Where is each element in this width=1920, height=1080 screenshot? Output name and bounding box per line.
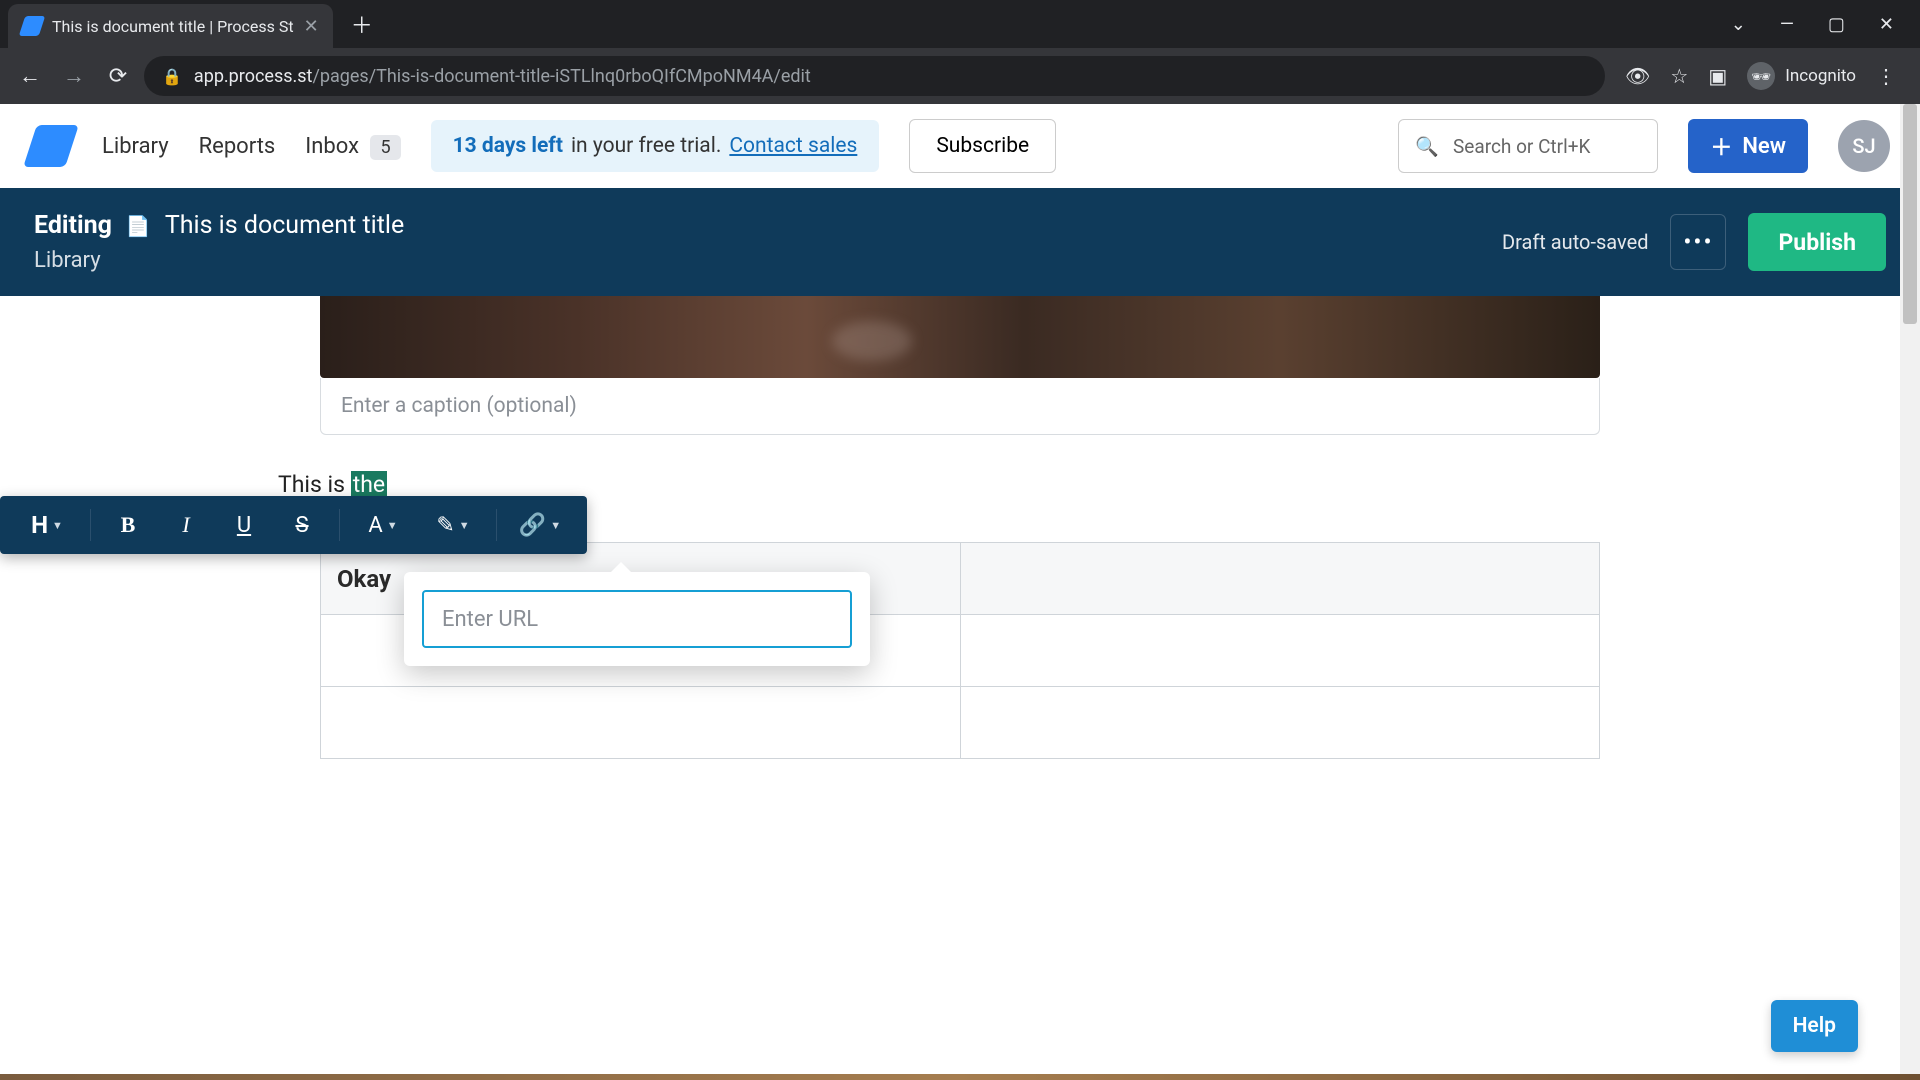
eye-off-icon[interactable]: 👁 [1625, 64, 1650, 88]
address-bar: ← → ⟳ 🔒 app.process.st/pages/This-is-doc… [0, 48, 1920, 104]
selected-text: the [351, 471, 387, 498]
close-tab-icon[interactable]: ✕ [304, 16, 319, 37]
publish-button[interactable]: Publish [1748, 213, 1886, 271]
url-text: app.process.st/pages/This-is-document-ti… [194, 66, 811, 87]
search-input[interactable]: 🔍 Search or Ctrl+K [1398, 119, 1658, 173]
table-cell[interactable] [960, 687, 1600, 759]
plus-icon: ＋ [1710, 130, 1732, 162]
strike-button[interactable]: S [275, 503, 329, 547]
italic-button[interactable]: I [159, 503, 213, 547]
text-before-selection: This is [278, 471, 351, 498]
table-cell[interactable] [321, 687, 961, 759]
document-title: This is document title [165, 211, 404, 240]
incognito-label: Incognito [1785, 66, 1856, 86]
more-options-button[interactable]: ••• [1670, 214, 1726, 270]
autosave-status: Draft auto-saved [1502, 230, 1649, 254]
url-popover [404, 572, 870, 666]
search-icon: 🔍 [1415, 135, 1439, 158]
url-domain: app.process.st [194, 66, 313, 87]
embedded-image[interactable] [320, 296, 1600, 378]
trial-rest-text: in your free trial. [571, 134, 721, 158]
url-path: /pages/This-is-document-title-iSTLlnq0rb… [312, 66, 810, 87]
breadcrumb[interactable]: Library [34, 248, 404, 273]
highlighter-icon: ✎ [436, 513, 454, 538]
tab-title: This is document title | Process St [52, 17, 294, 36]
close-window-icon[interactable]: ✕ [1879, 14, 1894, 35]
avatar[interactable]: SJ [1838, 120, 1890, 172]
text-color-button[interactable]: A▼ [350, 503, 416, 547]
tab-overview-icon[interactable]: ⌄ [1731, 14, 1746, 35]
table-row [321, 687, 1600, 759]
bold-button[interactable]: B [101, 503, 155, 547]
process-st-logo[interactable] [23, 125, 79, 167]
underline-button[interactable]: U [217, 503, 271, 547]
image-block[interactable] [320, 296, 1600, 435]
trial-banner: 13 days left in your free trial. Contact… [431, 120, 880, 172]
url-field[interactable]: 🔒 app.process.st/pages/This-is-document-… [144, 56, 1605, 96]
process-st-favicon [19, 16, 45, 36]
contact-sales-link[interactable]: Contact sales [729, 134, 857, 158]
search-placeholder: Search or Ctrl+K [1453, 135, 1590, 158]
back-button[interactable]: ← [12, 58, 48, 94]
heading-button[interactable]: H▼ [14, 503, 80, 547]
table-cell[interactable] [960, 615, 1600, 687]
incognito-badge[interactable]: 🕶 Incognito [1747, 62, 1856, 90]
os-taskbar [0, 1074, 1920, 1080]
nav-reports[interactable]: Reports [199, 134, 276, 159]
kebab-menu-icon[interactable]: ⋮ [1876, 64, 1896, 88]
nav-inbox[interactable]: Inbox 5 [305, 134, 400, 159]
help-button[interactable]: Help [1771, 1000, 1858, 1052]
new-button-label: New [1742, 134, 1786, 159]
document-icon: 📄 [126, 214, 151, 238]
editing-bar: Editing 📄 This is document title Library… [0, 188, 1920, 296]
nav-inbox-label: Inbox [305, 134, 359, 159]
panel-icon[interactable]: ▣ [1708, 64, 1727, 88]
minimize-icon[interactable]: ― [1780, 14, 1794, 35]
browser-tab[interactable]: This is document title | Process St ✕ [8, 4, 333, 48]
bookmark-icon[interactable]: ☆ [1670, 64, 1688, 88]
image-caption-input[interactable] [320, 378, 1600, 435]
maximize-icon[interactable]: ▢ [1828, 14, 1845, 35]
highlight-button[interactable]: ✎▼ [420, 503, 486, 547]
table-header-cell[interactable] [960, 543, 1600, 615]
trial-days-left: 13 days left [453, 134, 563, 158]
text-block[interactable]: This is the [278, 471, 1920, 498]
lock-icon: 🔒 [162, 67, 182, 86]
link-button[interactable]: 🔗▼ [507, 503, 573, 547]
browser-chrome: This is document title | Process St ✕ ＋ … [0, 0, 1920, 104]
formatting-toolbar: H▼ B I U S A▼ ✎▼ 🔗▼ [0, 496, 587, 554]
new-button[interactable]: ＋ New [1688, 119, 1808, 173]
forward-button[interactable]: → [56, 58, 92, 94]
page: Library Reports Inbox 5 13 days left in … [0, 104, 1920, 1080]
reload-button[interactable]: ⟳ [100, 58, 136, 94]
incognito-icon: 🕶 [1747, 62, 1775, 90]
link-icon: 🔗 [519, 513, 546, 538]
app-header: Library Reports Inbox 5 13 days left in … [0, 104, 1920, 188]
document-area: H▼ B I U S A▼ ✎▼ 🔗▼ This is the Okay [0, 296, 1920, 759]
tab-bar: This is document title | Process St ✕ ＋ … [0, 0, 1920, 48]
editing-label: Editing [34, 211, 112, 240]
inbox-count-badge: 5 [370, 135, 400, 160]
subscribe-button[interactable]: Subscribe [909, 119, 1056, 173]
new-tab-button[interactable]: ＋ [351, 8, 373, 40]
url-input[interactable] [422, 590, 852, 648]
nav-library[interactable]: Library [102, 134, 169, 159]
window-controls: ⌄ ― ▢ ✕ [1731, 14, 1912, 35]
